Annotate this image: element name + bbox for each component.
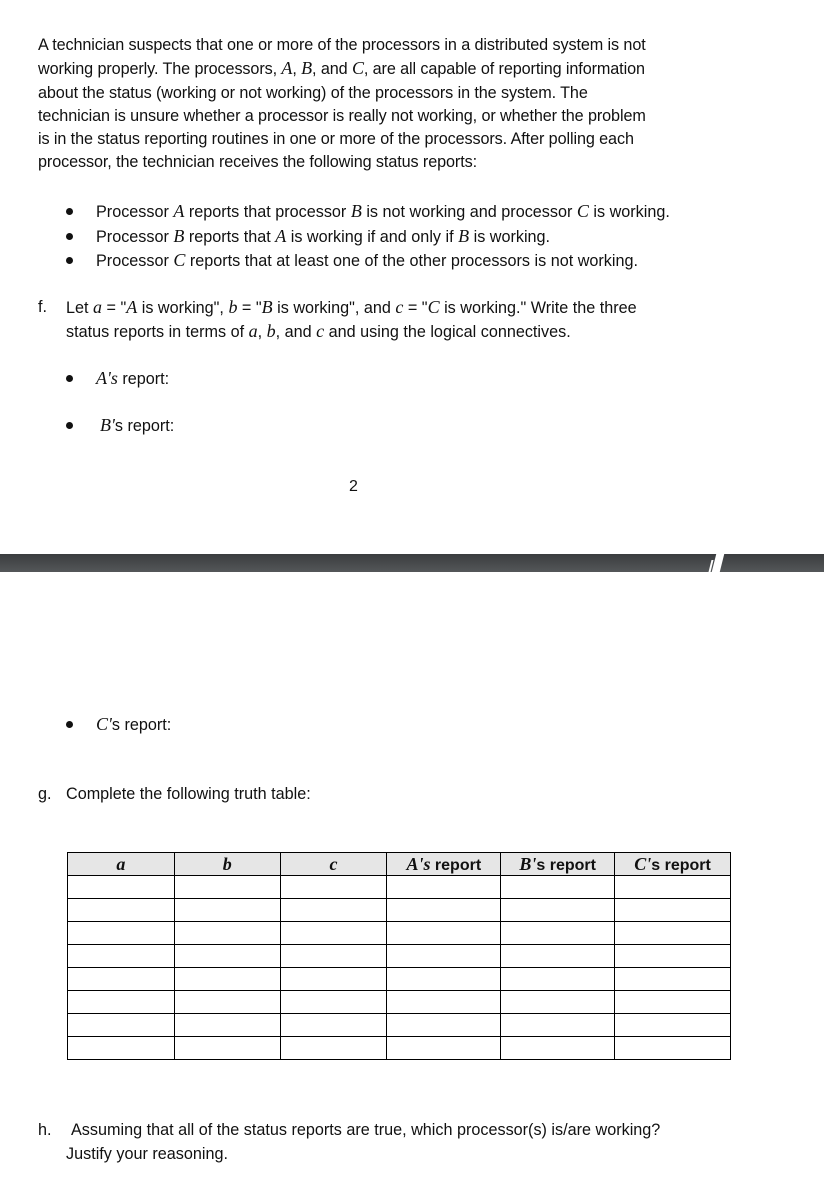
truth-table-cell[interactable] — [386, 944, 502, 968]
truth-table-cell[interactable] — [67, 875, 175, 899]
truth-table-cell[interactable] — [173, 967, 281, 991]
column-header-a: a — [67, 852, 175, 876]
truth-table-cell[interactable] — [173, 921, 281, 945]
question-text-line: Justify your reasoning. — [66, 1145, 228, 1163]
intro-line: is in the status reporting routines in o… — [38, 130, 634, 149]
truth-table-cell[interactable] — [614, 921, 731, 945]
truth-table-cell[interactable] — [500, 921, 616, 945]
intro-line: A technician suspects that one or more o… — [38, 36, 646, 54]
bullet-icon — [66, 375, 73, 382]
truth-table-cell[interactable] — [173, 944, 281, 968]
truth-table-cell[interactable] — [386, 898, 502, 922]
question-text: Let a = "A is working", b = "B is workin… — [66, 297, 637, 317]
intro-line: technician is unsure whether a processor… — [38, 106, 646, 125]
status-report-item: Processor B reports that A is working if… — [62, 224, 762, 249]
column-header-b-report: B's report — [500, 852, 616, 876]
status-report-item: Processor C reports that at least one of… — [62, 248, 762, 273]
truth-table-cell[interactable] — [500, 898, 616, 922]
truth-table-cell[interactable] — [386, 921, 502, 945]
truth-table-cell[interactable] — [614, 990, 731, 1014]
truth-table-cell[interactable] — [386, 875, 502, 899]
truth-table-row — [67, 1036, 731, 1060]
intro-paragraph: A technician suspects that one or more o… — [38, 34, 738, 175]
question-text: Complete the following truth table: — [66, 785, 311, 803]
truth-table-cell[interactable] — [614, 967, 731, 991]
truth-table-row — [67, 944, 731, 968]
truth-table-cell[interactable] — [279, 944, 388, 968]
truth-table-cell[interactable] — [500, 967, 616, 991]
truth-table-row — [67, 921, 731, 945]
truth-table-cell[interactable] — [614, 898, 731, 922]
truth-table-cell[interactable] — [67, 1036, 175, 1060]
page-break-divider — [0, 554, 824, 572]
truth-table-cell[interactable] — [67, 1013, 175, 1037]
truth-table-header-row: a b c A's report B's report C's report — [67, 852, 731, 876]
truth-table-cell[interactable] — [67, 944, 175, 968]
truth-table-cell[interactable] — [67, 990, 175, 1014]
truth-table-cell[interactable] — [279, 1036, 388, 1060]
question-text: status reports in terms of a, b, and c a… — [66, 321, 571, 341]
truth-table-cell[interactable] — [279, 990, 388, 1014]
status-report-list: Processor A reports that processor B is … — [62, 199, 762, 273]
truth-table-row — [67, 875, 731, 899]
bullet-icon — [66, 257, 73, 264]
page-break-gap — [711, 554, 725, 572]
truth-table-cell[interactable] — [279, 1013, 388, 1037]
truth-table-body — [67, 875, 731, 1060]
truth-table-cell[interactable] — [500, 990, 616, 1014]
question-label: h. — [38, 1121, 52, 1139]
truth-table-cell[interactable] — [173, 990, 281, 1014]
truth-table-cell[interactable] — [67, 898, 175, 922]
truth-table-row — [67, 990, 731, 1014]
truth-table-row — [67, 1013, 731, 1037]
bullet-icon — [66, 208, 73, 215]
truth-table-cell[interactable] — [500, 1013, 616, 1037]
truth-table-cell[interactable] — [386, 990, 502, 1014]
truth-table-cell[interactable] — [67, 967, 175, 991]
truth-table-cell[interactable] — [67, 921, 175, 945]
question-label: f. — [38, 298, 47, 316]
truth-table-cell[interactable] — [279, 921, 388, 945]
page-number: 2 — [349, 478, 358, 495]
question-f: f. Let a = "A is working", b = "B is wor… — [38, 295, 758, 343]
truth-table-cell[interactable] — [279, 898, 388, 922]
truth-table-cell[interactable] — [386, 1036, 502, 1060]
bullet-icon — [66, 721, 73, 728]
truth-table-cell[interactable] — [386, 1013, 502, 1037]
truth-table-cell[interactable] — [173, 875, 281, 899]
intro-line: about the status (working or not working… — [38, 83, 588, 102]
column-header-a-report: A's report — [386, 852, 502, 876]
truth-table-cell[interactable] — [614, 944, 731, 968]
intro-line: processor, the technician receives the f… — [38, 153, 477, 172]
column-header-b: b — [173, 852, 281, 876]
column-header-c-report: C's report — [614, 852, 731, 876]
truth-table: a b c A's report B's report C's report — [67, 852, 731, 1060]
truth-table-cell[interactable] — [279, 875, 388, 899]
truth-table-cell[interactable] — [386, 967, 502, 991]
truth-table-cell[interactable] — [614, 1013, 731, 1037]
truth-table-cell[interactable] — [173, 1036, 281, 1060]
truth-table-cell[interactable] — [500, 944, 616, 968]
question-text-line: Assuming that all of the status reports … — [71, 1121, 661, 1139]
truth-table-cell[interactable] — [614, 1036, 731, 1060]
question-h: h. Assuming that all of the status repor… — [38, 1118, 660, 1163]
question-label: g. — [38, 785, 52, 803]
truth-table-cell[interactable] — [173, 1013, 281, 1037]
question-g: g. Complete the following truth table: — [38, 782, 311, 806]
bullet-icon — [66, 232, 73, 240]
truth-table-row — [67, 898, 731, 922]
truth-table-cell[interactable] — [173, 898, 281, 922]
bullet-icon — [66, 422, 73, 429]
intro-line: working properly. The processors, A, B, … — [38, 58, 645, 79]
truth-table-cell[interactable] — [614, 875, 731, 899]
truth-table-row — [67, 967, 731, 991]
truth-table-cell[interactable] — [500, 875, 616, 899]
status-report-item: Processor A reports that processor B is … — [62, 199, 762, 224]
truth-table-cell[interactable] — [500, 1036, 616, 1060]
column-header-c: c — [279, 852, 388, 876]
truth-table-cell[interactable] — [279, 967, 388, 991]
